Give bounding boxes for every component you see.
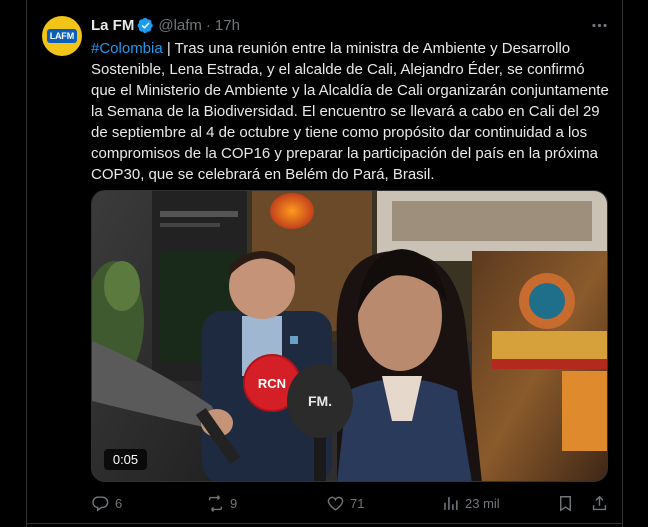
video-duration: 0:05 bbox=[104, 449, 147, 470]
timestamp[interactable]: 17h bbox=[215, 17, 240, 34]
lafm-logo: LA FM bbox=[46, 29, 78, 43]
timeline-border-left bbox=[26, 0, 27, 527]
reply-icon bbox=[92, 496, 109, 512]
video-frame: RCN FM. bbox=[92, 191, 607, 481]
reply-button[interactable]: 6 bbox=[91, 494, 122, 513]
views-count: 23 mil bbox=[465, 496, 500, 511]
bookmark-button[interactable] bbox=[556, 494, 575, 513]
tweet-divider bbox=[26, 523, 623, 524]
video-player[interactable]: RCN FM. bbox=[91, 190, 608, 482]
hashtag-link[interactable]: #Colombia bbox=[91, 40, 163, 57]
bookmark-icon bbox=[560, 496, 571, 512]
share-button[interactable] bbox=[590, 494, 609, 513]
repost-button[interactable]: 9 bbox=[206, 494, 237, 513]
repost-count: 9 bbox=[230, 496, 238, 511]
mic-label-fm: FM. bbox=[308, 393, 332, 409]
logo-text-la: LA bbox=[49, 31, 62, 41]
like-button[interactable]: 71 bbox=[326, 494, 364, 513]
tweet-body: | Tras una reunión entre la ministra de … bbox=[91, 40, 609, 183]
mic-label-rcn: RCN bbox=[258, 376, 286, 391]
author-name[interactable]: La FM bbox=[91, 17, 134, 34]
like-count: 71 bbox=[350, 496, 365, 511]
views-icon bbox=[444, 497, 458, 510]
tweet-text: #Colombia | Tras una reunión entre la mi… bbox=[91, 38, 613, 185]
action-bar: 6 9 71 23 mil bbox=[0, 494, 648, 516]
more-icon[interactable] bbox=[588, 14, 610, 36]
author-handle[interactable]: @lafm bbox=[158, 17, 202, 34]
logo-text-fm: FM bbox=[61, 31, 75, 41]
reply-count: 6 bbox=[115, 496, 123, 511]
share-icon bbox=[592, 495, 607, 511]
separator-dot: · bbox=[205, 16, 211, 34]
timeline-border-right bbox=[622, 0, 623, 527]
avatar[interactable]: LA FM bbox=[42, 16, 82, 56]
like-icon bbox=[327, 496, 344, 511]
repost-icon bbox=[208, 495, 223, 512]
tweet-header: La FM @lafm · 17h bbox=[91, 15, 240, 35]
views-button[interactable]: 23 mil bbox=[441, 494, 500, 513]
verified-badge-icon[interactable] bbox=[137, 17, 154, 34]
